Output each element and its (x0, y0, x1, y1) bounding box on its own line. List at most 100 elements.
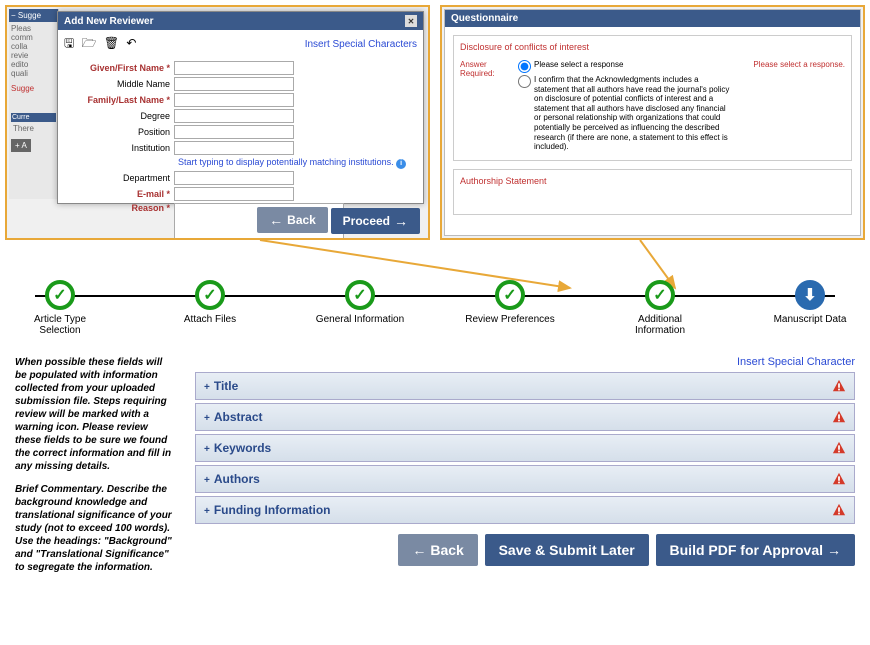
warning-icon (832, 379, 846, 393)
q-error-msg: Please select a response. (753, 60, 845, 154)
opt2-text: I confirm that the Acknowledgments inclu… (534, 75, 734, 152)
expand-icon: + (204, 382, 210, 393)
arrow-right-icon: → (827, 542, 841, 558)
radio-confirm[interactable] (518, 75, 531, 88)
ghost-header: − Sugge (9, 9, 58, 22)
ghost-sidebar: − Sugge Pleas comm colla revie edito qua… (9, 9, 59, 199)
modal-titlebar: Add New Reviewer ✕ (58, 12, 423, 30)
accordion-funding-information[interactable]: + Funding Information (195, 496, 855, 524)
step-additional-information[interactable]: ✓Additional Information (615, 280, 705, 336)
input-given[interactable] (174, 61, 294, 75)
undo-icon[interactable]: ↶ (126, 36, 136, 50)
check-icon: ✓ (195, 280, 225, 310)
step-article-type-selection[interactable]: ✓ Article Type Selection (15, 280, 105, 336)
questionnaire-title: Questionnaire (451, 13, 518, 24)
panel1-footer: ← Back Proceed → (257, 207, 420, 234)
label-reason: Reason * (64, 203, 174, 213)
insert-special-chars-link[interactable]: Insert Special Characters (299, 37, 423, 52)
step-manuscript-data[interactable]: ⬇ Manuscript Data (765, 280, 855, 325)
close-icon[interactable]: ✕ (405, 15, 417, 27)
accordion-abstract[interactable]: + Abstract (195, 403, 855, 431)
opt1-text: Please select a response (534, 60, 623, 70)
institution-hint: Start typing to display potentially matc… (58, 157, 423, 169)
expand-icon: + (204, 413, 210, 424)
save-icon[interactable]: 🖫 (64, 36, 74, 50)
ghost-sugge: Sugge (11, 84, 56, 93)
input-family[interactable] (174, 93, 294, 107)
q-authorship-title: Authorship Statement (460, 176, 845, 186)
accordion-keywords[interactable]: + Keywords (195, 434, 855, 462)
ghost-add-button[interactable]: + A (11, 139, 31, 152)
accordion-title: Funding Information (214, 503, 331, 517)
input-email[interactable] (174, 187, 294, 201)
check-icon: ✓ (45, 280, 75, 310)
arrow-right-icon: → (394, 213, 408, 229)
label-given: Given/First Name * (64, 63, 174, 73)
questionnaire-titlebar: Questionnaire (445, 10, 860, 27)
progress-steps: ✓ Article Type Selection ✓ Attach Files ✓ Gen… (15, 280, 855, 336)
q-section-conflicts: Disclosure of conflicts of interest Answ… (453, 35, 852, 161)
expand-icon: + (204, 506, 210, 517)
step-label: Article Type Selection (15, 314, 105, 336)
input-institution[interactable] (174, 141, 294, 155)
expand-icon: + (204, 444, 210, 455)
insert-special-char-link-top[interactable]: Insert Special Character (744, 5, 863, 6)
ghost-body: Pleas comm colla revie edito quali (11, 24, 56, 78)
modal-toolbar: 🖫 🗁 🗑 ↶ (58, 30, 146, 59)
accordion-authors[interactable]: + Authors (195, 465, 855, 493)
q-section-authorship: Authorship Statement (453, 169, 852, 215)
check-icon: ✓ (345, 280, 375, 310)
label-position: Position (64, 127, 174, 137)
accordion-title: Authors (214, 472, 260, 486)
ghost-current: Curre (11, 113, 56, 122)
label-degree: Degree (64, 111, 174, 121)
download-icon: ⬇ (795, 280, 825, 310)
radio-please-select[interactable] (518, 60, 531, 73)
label-family: Family/Last Name * (64, 95, 174, 105)
accordion-title: Keywords (214, 441, 271, 455)
input-middle[interactable] (174, 77, 294, 91)
answer-required-label: Answer Required: (460, 60, 510, 154)
label-institution: Institution (64, 143, 174, 153)
accordion-title: Abstract (214, 410, 263, 424)
step-connector-line (35, 295, 835, 297)
instructions-p2: Brief Commentary. Describe the backgroun… (15, 483, 175, 574)
input-department[interactable] (174, 171, 294, 185)
proceed-button[interactable]: Proceed → (331, 208, 420, 234)
instructions-sidebar: When possible these fields will be popul… (15, 356, 175, 584)
q-conflicts-title: Disclosure of conflicts of interest (460, 42, 845, 52)
build-pdf-button[interactable]: Build PDF for Approval → (656, 534, 855, 566)
back-button[interactable]: ← Back (257, 207, 328, 233)
action-buttons: ← Back Save & Submit Later Build PDF for… (195, 534, 855, 566)
info-icon[interactable]: i (396, 159, 406, 169)
accordion-title: Title (214, 379, 238, 393)
ghost-there: There (11, 122, 56, 135)
accordion-title[interactable]: + Title (195, 372, 855, 400)
check-icon: ✓ (495, 280, 525, 310)
expand-icon: + (204, 475, 210, 486)
reviewer-panel: − Sugge Pleas comm colla revie edito qua… (5, 5, 430, 240)
warning-icon (832, 472, 846, 486)
step-label: Attach Files (165, 314, 255, 325)
label-department: Department (64, 173, 174, 183)
trash-icon[interactable]: 🗑 (104, 36, 119, 50)
warning-icon (832, 503, 846, 517)
save-submit-later-button[interactable]: Save & Submit Later (485, 534, 649, 566)
input-position[interactable] (174, 125, 294, 139)
insert-special-char-link[interactable]: Insert Special Character (737, 356, 855, 368)
questionnaire-panel: Insert Special Character Questionnaire D… (440, 5, 865, 240)
step-review-preferences[interactable]: ✓ Review Preferences (465, 280, 555, 325)
back-button-main[interactable]: ← Back (398, 534, 477, 566)
warning-icon (832, 441, 846, 455)
add-reviewer-modal: Add New Reviewer ✕ 🖫 🗁 🗑 ↶ Insert Specia… (57, 11, 424, 204)
step-general-information[interactable]: ✓ General Information (315, 280, 405, 325)
input-degree[interactable] (174, 109, 294, 123)
step-label: Review Preferences (465, 314, 555, 325)
warning-icon (832, 410, 846, 424)
open-icon[interactable]: 🗁 (82, 36, 97, 50)
step-label: Manuscript Data (765, 314, 855, 325)
check-icon: ✓ (645, 280, 675, 310)
instructions-p1: When possible these fields will be popul… (15, 356, 175, 473)
step-label: General Information (315, 314, 405, 325)
step-attach-files[interactable]: ✓ Attach Files (165, 280, 255, 325)
